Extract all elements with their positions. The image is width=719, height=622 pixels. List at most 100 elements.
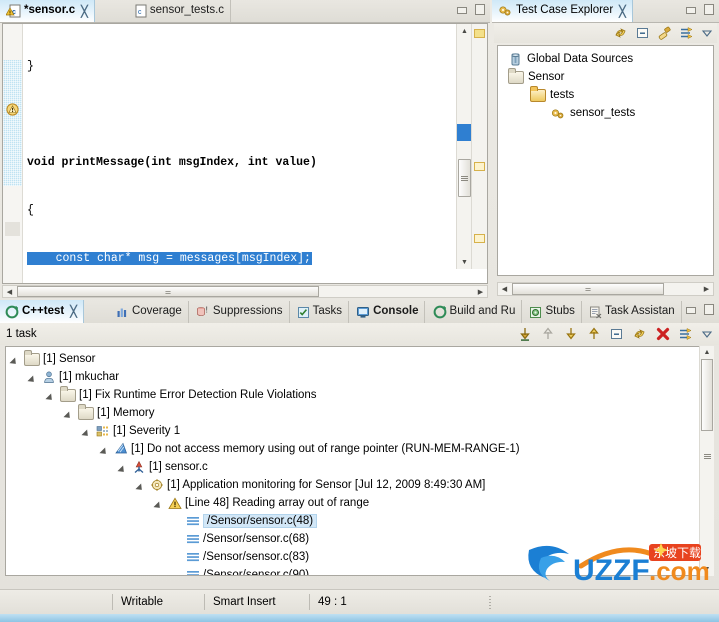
tree-row-label: [1] sensor.c bbox=[149, 461, 208, 473]
tree-row-label: [Line 48] Reading array out of range bbox=[185, 497, 370, 509]
expand-collapse-icon[interactable] bbox=[136, 480, 147, 491]
tce-tree[interactable]: Global Data Sources Sensor tests sensor_… bbox=[497, 45, 714, 276]
view-menu-icon[interactable] bbox=[701, 25, 713, 41]
task-count-label: 1 task bbox=[6, 328, 37, 340]
tree-row-sensor-c[interactable]: [1] sensor.c bbox=[6, 458, 713, 476]
collapse-all-icon[interactable] bbox=[635, 25, 651, 41]
scrollbar-thumb[interactable] bbox=[701, 359, 713, 431]
close-icon[interactable]: ╳ bbox=[619, 5, 626, 18]
tree-row-label: /Sensor/sensor.c(48) bbox=[203, 514, 318, 528]
scroll-up-icon[interactable]: ▲ bbox=[700, 346, 714, 359]
tree-row-stack-48[interactable]: /Sensor/sensor.c(48) bbox=[6, 512, 713, 530]
refresh-icon[interactable] bbox=[632, 326, 648, 342]
scrollbar-thumb[interactable]: ⚌ bbox=[512, 283, 664, 295]
data-source-icon bbox=[508, 52, 523, 67]
tce-horizontal-scrollbar[interactable]: ◀ ⚌ ▶ bbox=[497, 282, 714, 296]
tree-item-sensor[interactable]: Sensor bbox=[498, 67, 713, 86]
tab-task-assistant[interactable]: Task Assistan bbox=[585, 300, 682, 323]
svg-text:!: ! bbox=[205, 306, 207, 315]
editor-vertical-scrollbar[interactable]: ▲ ▼ bbox=[456, 24, 472, 269]
sort-filter-icon[interactable] bbox=[678, 326, 694, 342]
expand-collapse-icon[interactable] bbox=[154, 498, 165, 509]
scroll-left-icon[interactable]: ◀ bbox=[3, 286, 16, 297]
close-icon[interactable]: ╳ bbox=[81, 5, 88, 18]
tree-item-sensor-tests[interactable]: sensor_tests bbox=[498, 104, 713, 122]
scrollbar-thumb[interactable]: ⚌ bbox=[17, 286, 319, 297]
tree-row-severity-1[interactable]: [1] Severity 1 bbox=[6, 422, 713, 440]
scroll-down-icon[interactable]: ▼ bbox=[700, 563, 714, 576]
minimize-icon[interactable] bbox=[684, 3, 698, 16]
warning-icon[interactable] bbox=[6, 103, 19, 116]
tab-coverage[interactable]: Coverage bbox=[112, 300, 189, 323]
rule-icon bbox=[114, 442, 128, 456]
scrollbar-thumb[interactable] bbox=[458, 159, 471, 197]
down-arrow-icon[interactable] bbox=[563, 326, 579, 342]
up-arrow-icon[interactable] bbox=[586, 326, 602, 342]
scroll-right-icon[interactable]: ▶ bbox=[474, 286, 487, 297]
link-editor-icon[interactable] bbox=[657, 25, 673, 41]
tab-tasks[interactable]: Tasks bbox=[293, 300, 350, 323]
tree-item-global-data-sources[interactable]: Global Data Sources bbox=[498, 46, 713, 68]
tree-row-stack-83[interactable]: /Sensor/sensor.c(83) bbox=[6, 548, 713, 566]
collapse-all-icon[interactable] bbox=[609, 326, 625, 342]
tree-row-label: /Sensor/sensor.c(83) bbox=[203, 551, 310, 563]
tree-row-memory[interactable]: [1] Memory bbox=[6, 403, 713, 422]
scrollbar-grip[interactable] bbox=[701, 446, 713, 466]
view-menu-icon[interactable] bbox=[701, 326, 713, 342]
sort-filter-icon[interactable] bbox=[679, 25, 695, 41]
minimize-icon[interactable] bbox=[684, 303, 698, 316]
delete-icon[interactable] bbox=[655, 326, 671, 342]
expand-collapse-icon[interactable] bbox=[82, 426, 93, 437]
tree-row-reading-array-out-of-range[interactable]: [Line 48] Reading array out of range bbox=[6, 494, 713, 512]
ruler-marker[interactable] bbox=[474, 29, 485, 38]
c-file-warning-icon: c bbox=[5, 4, 21, 18]
tab-stubs[interactable]: Stubs bbox=[525, 300, 582, 323]
tree-row-application-monitoring[interactable]: [1] Application monitoring for Sensor [J… bbox=[6, 476, 713, 494]
previous-up-icon[interactable] bbox=[540, 326, 556, 342]
refresh-icon[interactable] bbox=[613, 25, 629, 41]
tab-cpptest[interactable]: C++test ╳ bbox=[0, 300, 84, 323]
cpptest-task-tree[interactable]: [1] Sensor [1] mkuchar [1] Fix Runtime E… bbox=[5, 346, 714, 576]
next-task-down-icon[interactable] bbox=[517, 326, 533, 342]
expand-collapse-icon[interactable] bbox=[64, 408, 75, 419]
tab-console[interactable]: Console bbox=[352, 300, 426, 323]
expand-collapse-icon[interactable] bbox=[100, 444, 111, 455]
maximize-icon[interactable] bbox=[473, 3, 487, 16]
scroll-right-icon[interactable]: ▶ bbox=[700, 283, 713, 295]
expand-collapse-icon[interactable] bbox=[28, 372, 39, 383]
tree-row-stack-68[interactable]: /Sensor/sensor.c(68) bbox=[6, 530, 713, 548]
tree-row-mkuchar[interactable]: [1] mkuchar bbox=[6, 368, 713, 386]
tab-label: Task Assistan bbox=[604, 305, 675, 318]
editor-overview-ruler[interactable] bbox=[471, 24, 487, 269]
tree-item-tests[interactable]: tests bbox=[498, 85, 713, 104]
maximize-icon[interactable] bbox=[702, 3, 716, 16]
code-line-text: const char* msg = messages[msgIndex]; bbox=[27, 252, 312, 265]
tab-build-and-run[interactable]: Build and Ru bbox=[429, 300, 523, 323]
tasks-icon bbox=[297, 306, 310, 319]
scroll-down-icon[interactable]: ▼ bbox=[457, 255, 472, 269]
ruler-marker[interactable] bbox=[474, 162, 485, 171]
scroll-up-icon[interactable]: ▲ bbox=[457, 24, 472, 38]
expand-collapse-icon[interactable] bbox=[46, 390, 57, 401]
expand-collapse-icon[interactable] bbox=[118, 462, 129, 473]
tab-sensor-tests-c[interactable]: c sensor_tests.c bbox=[131, 0, 232, 22]
editor-horizontal-scrollbar[interactable]: ◀ ⚌ ▶ bbox=[2, 285, 488, 298]
maximize-icon[interactable] bbox=[702, 303, 716, 316]
tree-row-stack-90[interactable]: /Sensor/sensor.c(90) bbox=[6, 566, 713, 575]
editor-gutter[interactable] bbox=[3, 24, 23, 283]
tab-sensor-c[interactable]: c *sensor.c ╳ bbox=[0, 0, 95, 22]
scroll-left-icon[interactable]: ◀ bbox=[498, 283, 511, 295]
tab-test-case-explorer[interactable]: Test Case Explorer ╳ bbox=[492, 0, 633, 22]
ruler-marker[interactable] bbox=[474, 234, 485, 243]
expand-collapse-icon[interactable] bbox=[10, 354, 21, 365]
code-text[interactable]: } void printMessage(int msgIndex, int va… bbox=[23, 24, 471, 269]
tree-row-fix-violations[interactable]: [1] Fix Runtime Error Detection Rule Vio… bbox=[6, 385, 713, 404]
tab-suppressions[interactable]: ! Suppressions bbox=[192, 300, 290, 323]
tree-row-sensor[interactable]: [1] Sensor bbox=[6, 347, 713, 368]
bottom-panel-scrollbar[interactable]: ▲ ▼ bbox=[699, 346, 714, 576]
code-editor[interactable]: } void printMessage(int msgIndex, int va… bbox=[2, 23, 488, 284]
close-icon[interactable]: ╳ bbox=[70, 305, 77, 318]
minimize-icon[interactable] bbox=[455, 3, 469, 16]
tab-label: C++test bbox=[22, 304, 65, 317]
tree-row-rule-violation[interactable]: [1] Do not access memory using out of ra… bbox=[6, 440, 713, 458]
